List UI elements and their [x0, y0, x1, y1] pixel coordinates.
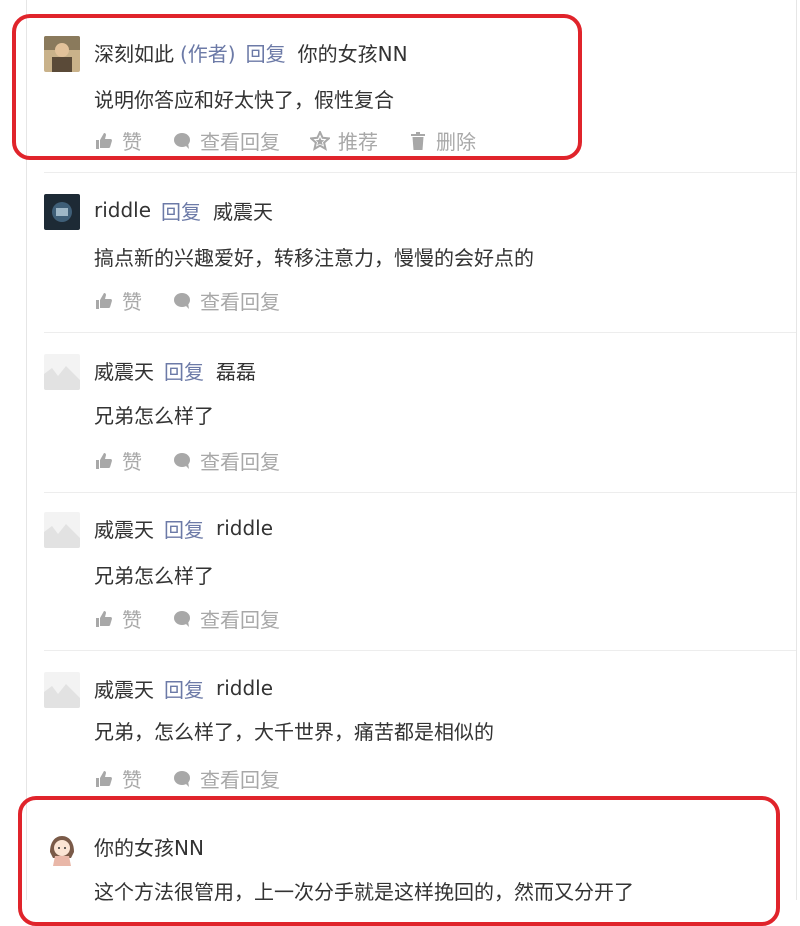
- view-replies-label: 查看回复: [200, 768, 280, 792]
- like-button[interactable]: 赞: [94, 286, 142, 315]
- reply-label: 回复: [164, 517, 204, 542]
- comment-username[interactable]: 威震天: [94, 356, 154, 385]
- thumbs-up-icon: [96, 770, 112, 787]
- placeholder-avatar-icon: [44, 512, 80, 548]
- comment-username[interactable]: 威震天: [94, 514, 154, 543]
- view-replies-button[interactable]: 查看回复: [172, 446, 280, 475]
- view-replies-label: 查看回复: [200, 450, 280, 474]
- comment-content: 搞点新的兴趣爱好，转移注意力，慢慢的会好点的: [94, 246, 534, 270]
- view-replies-button[interactable]: 查看回复: [172, 286, 280, 315]
- avatar[interactable]: [44, 194, 80, 230]
- thumbs-up-icon: [96, 610, 112, 627]
- comment-content: 兄弟，怎么样了，大千世界，痛苦都是相似的: [94, 720, 494, 744]
- comment-username[interactable]: riddle: [94, 198, 151, 222]
- divider: [44, 332, 796, 333]
- comment-item: 威震天 回复 riddle 兄弟怎么样了 赞 查看回复: [30, 498, 796, 648]
- thumbs-up-icon: [96, 452, 112, 469]
- comment-content: 兄弟怎么样了: [94, 404, 214, 428]
- reply-target-username[interactable]: 磊磊: [216, 356, 256, 385]
- reply-label: 回复: [164, 359, 204, 384]
- like-label: 赞: [122, 290, 142, 314]
- comment-username[interactable]: 威震天: [94, 674, 154, 703]
- view-replies-button[interactable]: 查看回复: [172, 764, 280, 793]
- reply-target-username[interactable]: 威震天: [213, 196, 273, 225]
- comment-item: 威震天 回复 磊磊 兄弟怎么样了 赞 查看回复: [30, 340, 796, 490]
- highlight-box: [12, 14, 582, 160]
- like-button[interactable]: 赞: [94, 604, 142, 633]
- view-replies-label: 查看回复: [200, 608, 280, 632]
- chat-bubble-icon: [174, 452, 190, 469]
- reply-target-username[interactable]: riddle: [216, 676, 273, 700]
- like-button[interactable]: 赞: [94, 764, 142, 793]
- like-button[interactable]: 赞: [94, 446, 142, 475]
- placeholder-avatar-icon: [44, 354, 80, 390]
- comment-content: 兄弟怎么样了: [94, 564, 214, 588]
- placeholder-avatar-icon: [44, 672, 80, 708]
- reply-label: 回复: [164, 677, 204, 702]
- comment-page: 深刻如此 (作者) 回复 你的女孩NN 说明你答应和好太快了，假性复合 赞 查看…: [0, 0, 800, 926]
- chat-bubble-icon: [174, 610, 190, 627]
- like-label: 赞: [122, 450, 142, 474]
- divider: [44, 172, 796, 173]
- view-replies-button[interactable]: 查看回复: [172, 604, 280, 633]
- divider: [44, 492, 796, 493]
- avatar[interactable]: [44, 354, 80, 390]
- right-border: [796, 0, 797, 900]
- comment-item: 威震天 回复 riddle 兄弟，怎么样了，大千世界，痛苦都是相似的 赞 查看回…: [30, 658, 796, 808]
- avatar[interactable]: [44, 512, 80, 548]
- like-label: 赞: [122, 768, 142, 792]
- chat-bubble-icon: [174, 770, 190, 787]
- comment-item: riddle 回复 威震天 搞点新的兴趣爱好，转移注意力，慢慢的会好点的 赞 查…: [30, 180, 796, 330]
- like-label: 赞: [122, 608, 142, 632]
- divider: [44, 650, 796, 651]
- reply-label: 回复: [161, 199, 202, 224]
- thumbs-up-icon: [96, 292, 112, 309]
- avatar[interactable]: [44, 672, 80, 708]
- dark-avatar-icon: [44, 194, 80, 230]
- view-replies-label: 查看回复: [200, 290, 280, 314]
- reply-target-username[interactable]: riddle: [216, 516, 273, 540]
- chat-bubble-icon: [174, 292, 190, 309]
- highlight-box: [18, 796, 780, 926]
